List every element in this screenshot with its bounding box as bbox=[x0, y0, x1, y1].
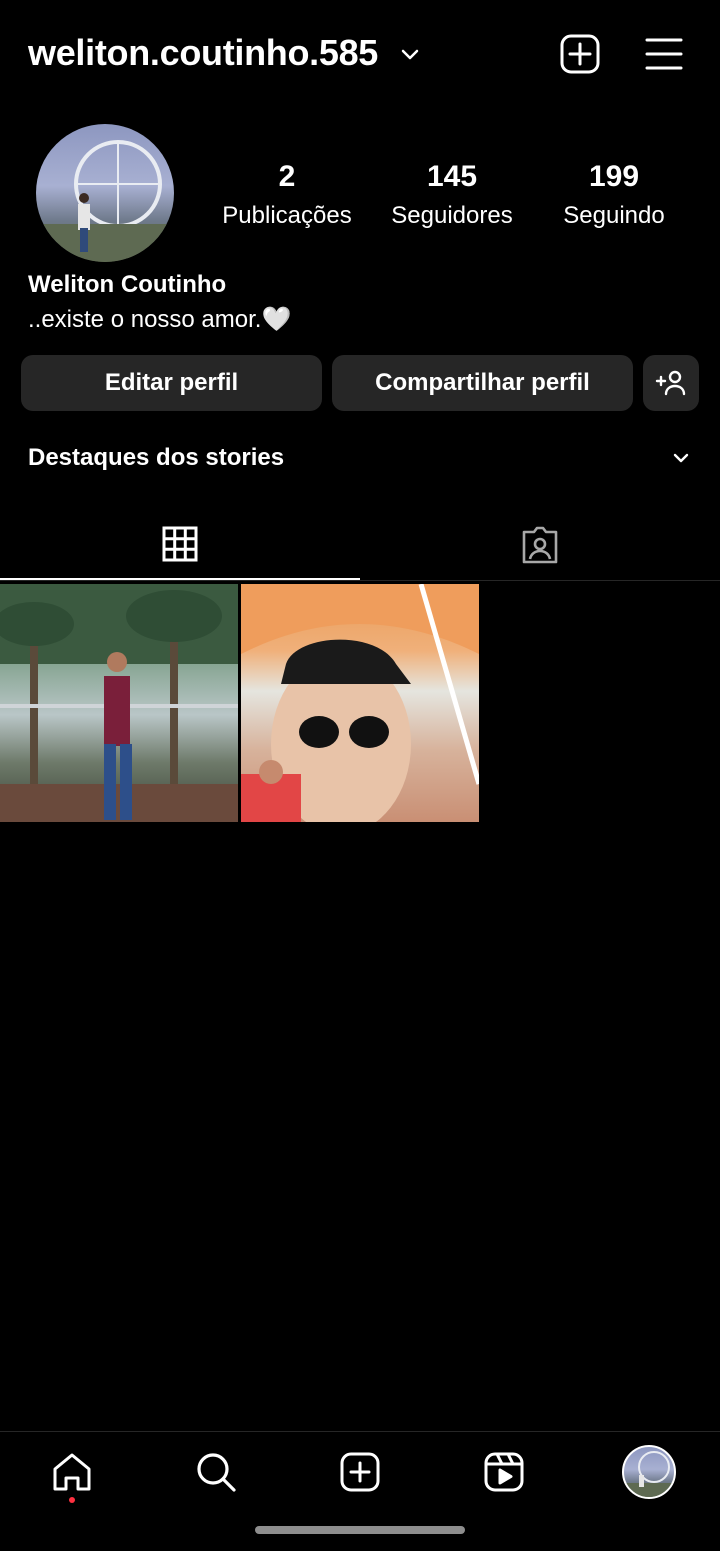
hamburger-menu-icon bbox=[645, 38, 683, 70]
username-switcher[interactable]: weliton.coutinho.585 bbox=[28, 32, 378, 74]
menu-button[interactable] bbox=[642, 32, 686, 76]
followers-count: 145 bbox=[426, 160, 478, 193]
discover-people-button[interactable] bbox=[643, 355, 699, 411]
create-post-button[interactable] bbox=[558, 32, 602, 76]
tab-posts-grid[interactable] bbox=[0, 510, 360, 580]
nav-profile-avatar[interactable] bbox=[622, 1445, 676, 1499]
following-stat[interactable]: 199 Seguindo bbox=[556, 160, 672, 230]
reels-icon bbox=[484, 1452, 524, 1492]
posts-count: 2 bbox=[278, 160, 296, 193]
followers-stat[interactable]: 145 Seguidores bbox=[386, 160, 518, 230]
home-indicator[interactable] bbox=[255, 1526, 465, 1534]
plus-square-icon bbox=[560, 34, 600, 74]
edit-profile-button[interactable]: Editar perfil bbox=[21, 355, 322, 411]
post-thumbnail[interactable] bbox=[241, 584, 479, 822]
post-photo bbox=[241, 584, 479, 822]
nav-search[interactable] bbox=[194, 1450, 238, 1494]
search-icon bbox=[197, 1453, 236, 1492]
followers-label: Seguidores bbox=[391, 202, 513, 229]
chevron-down-icon[interactable] bbox=[670, 447, 692, 469]
profile-bio: ..existe o nosso amor.🤍 bbox=[28, 306, 292, 333]
tab-divider bbox=[0, 580, 720, 581]
top-bar: weliton.coutinho.585 bbox=[0, 0, 720, 110]
tab-tagged[interactable] bbox=[360, 510, 720, 580]
share-profile-button[interactable]: Compartilhar perfil bbox=[332, 355, 633, 411]
posts-stat[interactable]: 2 Publicações bbox=[215, 160, 359, 230]
post-photo bbox=[0, 584, 238, 822]
notification-dot bbox=[69, 1497, 75, 1503]
nav-create[interactable] bbox=[338, 1450, 382, 1494]
create-icon bbox=[340, 1452, 380, 1492]
add-person-icon bbox=[655, 370, 686, 396]
nav-reels[interactable] bbox=[482, 1450, 526, 1494]
following-label: Seguindo bbox=[563, 202, 665, 229]
post-thumbnail[interactable] bbox=[0, 584, 238, 822]
avatar-photo bbox=[36, 140, 174, 262]
home-icon bbox=[53, 1453, 91, 1491]
profile-avatar-icon bbox=[624, 1451, 674, 1497]
profile-full-name: Weliton Coutinho bbox=[28, 271, 227, 298]
stories-highlights-title[interactable]: Destaques dos stories bbox=[28, 444, 284, 472]
following-count: 199 bbox=[588, 160, 640, 193]
tagged-icon bbox=[522, 526, 558, 564]
chevron-down-icon[interactable] bbox=[398, 42, 422, 66]
profile-avatar[interactable] bbox=[36, 124, 174, 262]
nav-home[interactable] bbox=[50, 1450, 94, 1494]
posts-label: Publicações bbox=[222, 202, 352, 229]
bottom-navigation bbox=[0, 1431, 720, 1551]
grid-icon bbox=[162, 526, 198, 562]
